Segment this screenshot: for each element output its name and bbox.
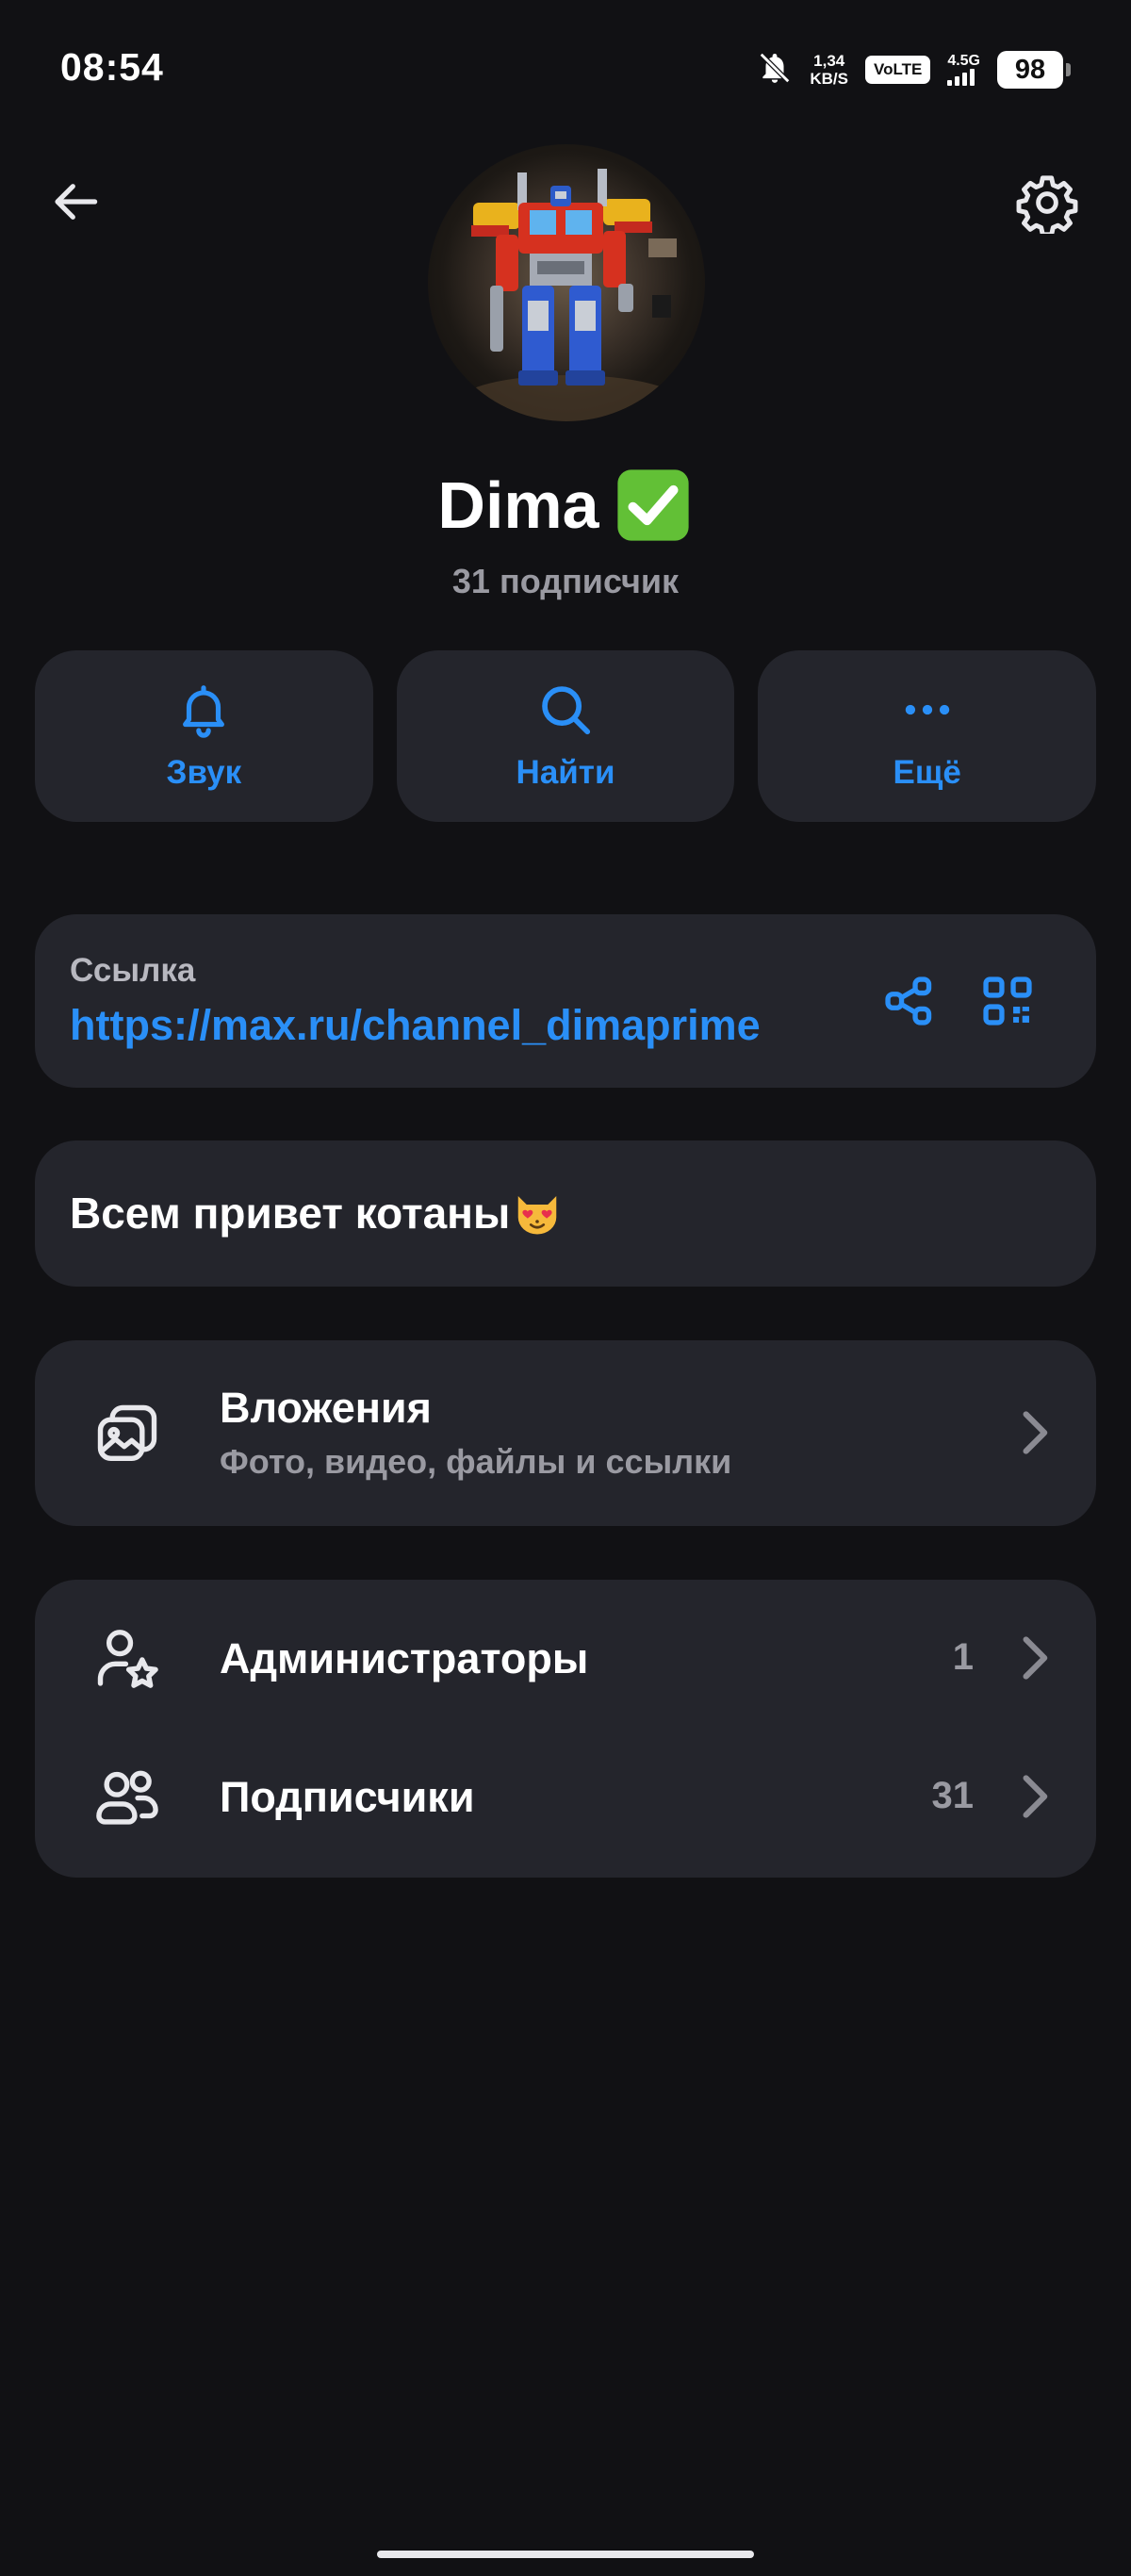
gear-icon [1016, 175, 1078, 234]
qr-code-button[interactable] [977, 971, 1038, 1031]
more-dots-icon [905, 704, 949, 715]
bell-icon [183, 685, 225, 738]
signal-indicator: 4.5G [947, 54, 980, 86]
description-card: Всем привет котаны [35, 1140, 1096, 1287]
channel-profile-screen: 08:54 1,34 KB/S VoLTE 4.5G 98 Dima 31 по… [0, 0, 1131, 2576]
more-button[interactable]: Ещё [758, 650, 1097, 822]
network-type: 4.5G [947, 53, 980, 69]
sound-label: Звук [166, 754, 242, 791]
network-speed: 1,34 KB/S [810, 52, 848, 88]
gallery-icon [97, 1404, 157, 1462]
status-icons: 1,34 KB/S VoLTE 4.5G 98 [757, 47, 1071, 92]
signal-bars-icon [947, 69, 975, 86]
channel-name: Dima [437, 468, 599, 542]
verified-check-icon [613, 465, 694, 546]
bell-muted-icon [757, 50, 793, 90]
subscribers-label: Подписчики [220, 1773, 475, 1821]
more-label: Ещё [893, 754, 961, 791]
share-button[interactable] [879, 971, 940, 1031]
attachments-subtitle: Фото, видео, файлы и ссылки [220, 1442, 732, 1481]
administrators-label: Администраторы [220, 1634, 589, 1682]
arrow-left-icon [55, 184, 98, 220]
description-text: Всем привет котаны [70, 1189, 511, 1238]
attachments-title: Вложения [220, 1384, 432, 1432]
administrators-count: 1 [952, 1636, 974, 1678]
members-card: Администраторы 1 Подписчики 31 [35, 1580, 1096, 1878]
attachments-card[interactable]: Вложения Фото, видео, файлы и ссылки [35, 1340, 1096, 1526]
network-speed-value: 1,34 [813, 52, 845, 70]
chevron-right-icon [1015, 1630, 1053, 1686]
admin-star-icon [97, 1630, 158, 1688]
subscriber-count: 31 подписчик [451, 562, 680, 600]
administrators-row[interactable]: Администраторы 1 [35, 1589, 1096, 1727]
action-buttons: Звук Найти Ещё [35, 650, 1097, 822]
link-title: Ссылка [70, 952, 196, 989]
network-speed-unit: KB/S [810, 70, 848, 88]
battery-level: 98 [997, 51, 1063, 89]
users-icon [96, 1770, 158, 1825]
qr-code-icon [983, 976, 1032, 1025]
robot-figure-image [456, 169, 682, 421]
settings-button[interactable] [1016, 172, 1078, 234]
back-button[interactable] [47, 172, 107, 232]
battery-tip [1066, 63, 1071, 76]
channel-link[interactable]: https://max.ru/channel_dimaprime [70, 1001, 761, 1050]
sound-button[interactable]: Звук [35, 650, 373, 822]
volte-badge: VoLTE [865, 56, 931, 84]
share-icon [885, 976, 932, 1025]
subscribers-count: 31 [931, 1775, 975, 1816]
channel-description: Всем привет котаны [70, 1188, 563, 1239]
channel-avatar[interactable] [428, 144, 705, 421]
link-card[interactable]: Ссылка https://max.ru/channel_dimaprime [35, 914, 1096, 1088]
search-icon [542, 686, 591, 735]
home-indicator[interactable] [377, 2551, 754, 2558]
search-button[interactable]: Найти [396, 650, 735, 822]
heart-eyes-cat-icon [512, 1188, 563, 1239]
subscribers-row[interactable]: Подписчики 31 [35, 1728, 1096, 1865]
channel-title: Dima [0, 465, 1131, 546]
chevron-right-icon [1015, 1404, 1053, 1461]
status-time: 08:54 [60, 45, 164, 89]
search-label: Найти [516, 754, 615, 791]
chevron-right-icon [1015, 1768, 1053, 1825]
status-bar: 08:54 1,34 KB/S VoLTE 4.5G 98 [0, 0, 1131, 141]
battery-indicator: 98 [997, 51, 1071, 89]
